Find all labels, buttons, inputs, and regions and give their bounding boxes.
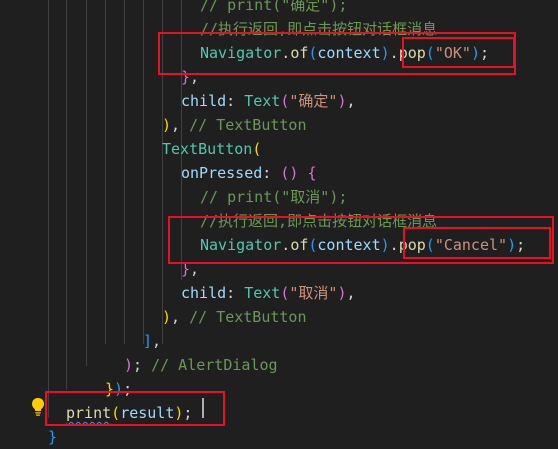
code-token: . xyxy=(281,44,291,62)
code-token: context xyxy=(317,236,381,254)
code-token: // TextButton xyxy=(189,308,307,326)
text-cursor xyxy=(202,398,204,418)
code-token: ; xyxy=(133,356,152,374)
code-token: context xyxy=(317,44,381,62)
code-token: . xyxy=(389,44,399,62)
code-token: ) xyxy=(162,308,172,326)
code-line[interactable]: }, xyxy=(181,257,199,281)
code-token: } xyxy=(181,260,191,278)
code-token: //执行返回,即点击按钮对话框消息 xyxy=(200,212,438,230)
code-token: //执行返回,即点击按钮对话框消息 xyxy=(200,20,438,38)
code-line[interactable]: ], xyxy=(143,329,161,353)
code-token: , xyxy=(346,92,356,110)
code-token: . xyxy=(389,236,399,254)
code-line[interactable]: TextButton( xyxy=(162,137,261,161)
code-token: } xyxy=(181,68,191,86)
code-token: // print("确定"); xyxy=(200,0,348,14)
code-line[interactable]: ); // AlertDialog xyxy=(124,353,278,377)
code-token: , xyxy=(190,260,200,278)
code-token: ) xyxy=(507,236,517,254)
code-token: : xyxy=(262,164,281,182)
code-line[interactable]: // print("取消"); xyxy=(200,185,347,209)
code-line[interactable]: child: Text("确定"), xyxy=(181,89,356,113)
code-token: , xyxy=(346,284,356,302)
code-token: , xyxy=(152,332,162,350)
code-token: pop xyxy=(398,236,426,254)
code-token: } xyxy=(105,380,115,398)
code-line[interactable]: ), // TextButton xyxy=(162,113,307,137)
indent-guide xyxy=(48,0,49,418)
code-token: } xyxy=(48,428,58,446)
indent-guide xyxy=(105,0,106,344)
code-token: () xyxy=(280,164,299,182)
code-token: ) xyxy=(470,44,480,62)
code-line[interactable]: ), // TextButton xyxy=(162,305,307,329)
code-token: ; xyxy=(479,44,489,62)
code-token: ] xyxy=(143,332,153,350)
code-line[interactable]: Navigator.of(context).pop("Cancel"); xyxy=(200,233,525,257)
code-token: ( xyxy=(425,44,435,62)
code-token: ) xyxy=(380,236,390,254)
code-token: , xyxy=(171,308,190,326)
code-token: "确定" xyxy=(289,92,338,110)
code-token: Text xyxy=(244,92,281,110)
code-token: ) xyxy=(380,44,390,62)
code-token: : xyxy=(226,92,245,110)
code-token: Text xyxy=(244,284,281,302)
code-token: : xyxy=(226,284,245,302)
code-line[interactable]: Navigator.of(context).pop("OK"); xyxy=(200,41,489,65)
code-token: child xyxy=(181,92,227,110)
indent-guide xyxy=(86,0,87,366)
code-token: pop xyxy=(398,44,426,62)
code-token: TextButton xyxy=(162,140,253,158)
code-token: , xyxy=(171,116,190,134)
lightbulb-icon[interactable] xyxy=(30,397,46,417)
code-line[interactable]: print(result); xyxy=(66,401,192,425)
code-token: of xyxy=(290,44,309,62)
code-token: child xyxy=(181,284,227,302)
code-token: ) xyxy=(114,380,124,398)
indent-guide xyxy=(124,0,125,344)
code-line[interactable]: child: Text("取消"), xyxy=(181,281,356,305)
indent-guide xyxy=(162,0,163,344)
code-token: ) xyxy=(124,356,134,374)
code-line[interactable]: }, xyxy=(181,65,199,89)
code-token: // AlertDialog xyxy=(151,356,278,374)
code-token: of xyxy=(290,236,309,254)
code-token: // print("取消"); xyxy=(200,188,348,206)
code-line[interactable]: }); xyxy=(105,377,132,401)
code-line[interactable]: // print("确定"); xyxy=(200,0,347,17)
code-line[interactable]: } xyxy=(48,425,57,449)
code-token: ; xyxy=(516,236,526,254)
code-token: ( xyxy=(252,140,262,158)
code-editor[interactable]: // print("确定"); //执行返回,即点击按钮对话框消息 Navigato… xyxy=(0,0,558,449)
code-token: Navigator xyxy=(200,44,282,62)
code-token: "取消" xyxy=(289,284,338,302)
indent-guide xyxy=(66,0,67,390)
code-line[interactable]: onPressed: () { xyxy=(181,161,316,185)
indent-guide xyxy=(143,0,144,344)
code-token: . xyxy=(281,236,291,254)
code-token: ( xyxy=(425,236,435,254)
code-token: onPressed xyxy=(181,164,263,182)
code-token: print xyxy=(66,404,112,422)
code-token: , xyxy=(190,68,200,86)
code-token: ) xyxy=(162,116,172,134)
code-token: // TextButton xyxy=(189,116,307,134)
code-token: ; xyxy=(123,380,133,398)
code-token: "OK" xyxy=(434,44,471,62)
code-token: result xyxy=(120,404,175,422)
code-token: Navigator xyxy=(200,236,282,254)
code-line[interactable]: //执行返回,即点击按钮对话框消息 xyxy=(200,209,437,233)
code-token: ; xyxy=(183,404,193,422)
code-line[interactable]: //执行返回,即点击按钮对话框消息 xyxy=(200,17,437,41)
code-token: ( xyxy=(111,404,121,422)
code-token: "Cancel" xyxy=(434,236,508,254)
code-token: { xyxy=(307,164,317,182)
